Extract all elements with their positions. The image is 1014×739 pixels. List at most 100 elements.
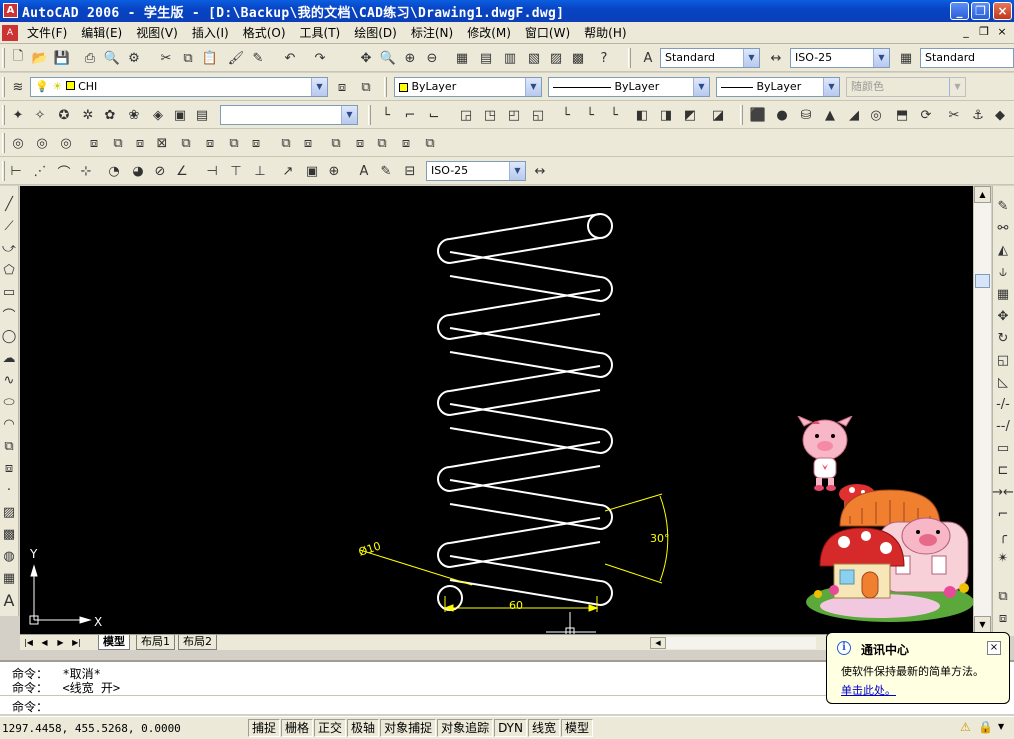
balloon-link[interactable]: 单击此处。 — [841, 682, 896, 698]
match-properties-icon[interactable]: 🖌 — [226, 48, 246, 68]
toolbar-grip[interactable] — [2, 105, 5, 125]
mirror-icon[interactable]: ◭ — [993, 240, 1013, 260]
properties-icon[interactable]: ▦ — [452, 48, 472, 68]
named-ucs-icon[interactable]: ◪ — [708, 105, 728, 125]
shell-icon[interactable]: ⧈ — [396, 133, 416, 153]
construction-line-icon[interactable]: ⟋ — [0, 216, 18, 236]
scroll-thumb[interactable] — [975, 274, 990, 288]
object-ucs-icon[interactable]: ◳ — [480, 105, 500, 125]
aligned-dim-icon[interactable]: ⋰ — [30, 161, 50, 181]
mapping-icon[interactable]: ✿ — [100, 105, 120, 125]
x-ucs-icon[interactable]: └ — [604, 105, 624, 125]
make-object-layer-current-icon[interactable]: ⧈ — [332, 77, 352, 97]
table-icon[interactable]: ▦ — [0, 568, 18, 588]
statistics-icon[interactable]: ▣ — [170, 105, 190, 125]
ucs-world-icon[interactable]: ⌐ — [400, 105, 420, 125]
vertical-scrollbar[interactable]: ▲ ▼ — [973, 186, 991, 636]
z-ucs-icon[interactable]: ◨ — [656, 105, 676, 125]
dim-style-combo-2[interactable]: ISO-25 ▼ — [426, 161, 526, 181]
tab-layout1[interactable]: 布局1 — [136, 635, 175, 650]
hscroll-left-icon[interactable]: ◀ — [650, 637, 666, 649]
join-icon[interactable]: →← — [992, 482, 1014, 502]
clean-icon[interactable]: ⧈ — [350, 133, 370, 153]
autocad-app-icon[interactable]: A — [3, 3, 18, 18]
dyn-toggle[interactable]: DYN — [494, 719, 527, 737]
preferences-icon[interactable]: ▤ — [192, 105, 212, 125]
quick-dim-icon[interactable]: ⊣ — [202, 161, 222, 181]
line-icon[interactable]: ╱ — [0, 194, 18, 214]
move-icon[interactable]: ✥ — [993, 306, 1013, 326]
toolbar-grip[interactable] — [2, 133, 5, 153]
ucs-icon[interactable]: └ — [376, 105, 396, 125]
menu-help[interactable]: 帮助(H) — [577, 24, 633, 41]
chevron-down-icon[interactable]: ▼ — [509, 162, 525, 180]
dim-style-combo[interactable]: ISO-25 ▼ — [790, 48, 890, 68]
chamfer-icon[interactable]: ⌐ — [993, 504, 1013, 524]
save-icon[interactable]: 💾 — [52, 48, 72, 68]
lights-icon[interactable]: ✪ — [54, 105, 74, 125]
menu-window[interactable]: 窗口(W) — [518, 24, 577, 41]
otrack-toggle[interactable]: 对象追踪 — [437, 719, 494, 737]
menu-insert[interactable]: 插入(I) — [185, 24, 236, 41]
copy-edges-icon[interactable]: ⧉ — [276, 133, 296, 153]
layer-combo[interactable]: 💡 ☀ CHI ▼ — [30, 77, 328, 97]
intersect-icon[interactable]: ◎ — [56, 133, 76, 153]
chevron-down-icon[interactable]: ▼ — [743, 49, 759, 67]
polyline-icon[interactable]: ⤻ — [0, 238, 18, 258]
dim-style-manager-icon[interactable]: ↔ — [530, 161, 550, 181]
draworder-back-icon[interactable]: ⧈ — [993, 608, 1013, 628]
snap-toggle[interactable]: 捕捉 — [248, 719, 281, 737]
move-faces-icon[interactable]: ⧉ — [108, 133, 128, 153]
separate-icon[interactable]: ⧉ — [372, 133, 392, 153]
landscape-icon[interactable]: ❀ — [124, 105, 144, 125]
doc-restore-icon[interactable]: ❐ — [976, 25, 992, 38]
scroll-up-icon[interactable]: ▲ — [974, 186, 991, 203]
toolbar-grip[interactable] — [2, 77, 5, 97]
fog-icon[interactable]: ◈ — [148, 105, 168, 125]
tolerance-icon[interactable]: ▣ — [302, 161, 322, 181]
interfere-icon[interactable]: ◆ — [990, 105, 1010, 125]
lineweight-toggle[interactable]: 线宽 — [527, 719, 560, 737]
paste-icon[interactable]: 📋 — [200, 48, 220, 68]
gradient-icon[interactable]: ▩ — [0, 524, 18, 544]
linetype-combo[interactable]: ByLayer ▼ — [548, 77, 710, 97]
ellipse-icon[interactable]: ⬭ — [0, 392, 18, 412]
insert-block-icon[interactable]: ⧉ — [0, 436, 18, 456]
break-icon[interactable]: ⊏ — [993, 460, 1013, 480]
copy-object-icon[interactable]: ⚯ — [993, 218, 1013, 238]
chevron-down-icon[interactable]: ▼ — [525, 78, 541, 96]
menu-modify[interactable]: 修改(M) — [460, 24, 518, 41]
jogged-dim-icon[interactable]: ◕ — [128, 161, 148, 181]
dim-text-edit-icon[interactable]: ✎ — [376, 161, 396, 181]
color-edges-icon[interactable]: ⧈ — [298, 133, 318, 153]
ucs-previous-icon[interactable]: ⌙ — [424, 105, 444, 125]
redo-icon[interactable]: ↷ — [310, 48, 330, 68]
command-prompt[interactable]: 命令： — [12, 698, 48, 715]
layer-manager-icon[interactable]: ≋ — [8, 77, 28, 97]
new-icon[interactable]: 🗋 — [8, 48, 28, 68]
hatch-icon[interactable]: ▨ — [0, 502, 18, 522]
cylinder-icon[interactable]: ⛁ — [796, 105, 816, 125]
make-block-icon[interactable]: ⧈ — [0, 458, 18, 478]
fillet-icon[interactable]: ╭ — [993, 526, 1013, 546]
box-icon[interactable]: ⬛ — [748, 105, 768, 125]
dim-edit-icon[interactable]: A — [354, 161, 374, 181]
menu-tools[interactable]: 工具(T) — [293, 24, 348, 41]
revolve-icon[interactable]: ⟳ — [916, 105, 936, 125]
torus-icon[interactable]: ◎ — [866, 105, 886, 125]
sphere-icon[interactable]: ● — [772, 105, 792, 125]
tab-model[interactable]: 模型 — [98, 635, 130, 650]
diameter-dim-icon[interactable]: ⊘ — [150, 161, 170, 181]
menu-view[interactable]: 视图(V) — [129, 24, 185, 41]
cut-icon[interactable]: ✂ — [156, 48, 176, 68]
lock-icon[interactable]: 🔒 — [978, 720, 993, 734]
extend-icon[interactable]: --/ — [993, 416, 1013, 436]
tab-first-icon[interactable]: |◀ — [22, 637, 35, 649]
coordinate-display[interactable]: 1297.4458, 455.5268, 0.0000 — [0, 722, 248, 735]
sheet-set-icon[interactable]: ▧ — [524, 48, 544, 68]
offset-icon[interactable]: ⫝ — [993, 262, 1013, 282]
plot-preview-icon[interactable]: 🔍 — [102, 48, 122, 68]
lineweight-combo[interactable]: ByLayer ▼ — [716, 77, 840, 97]
ellipse-arc-icon[interactable]: ◠ — [0, 414, 18, 434]
color-faces-icon[interactable]: ⧈ — [246, 133, 266, 153]
